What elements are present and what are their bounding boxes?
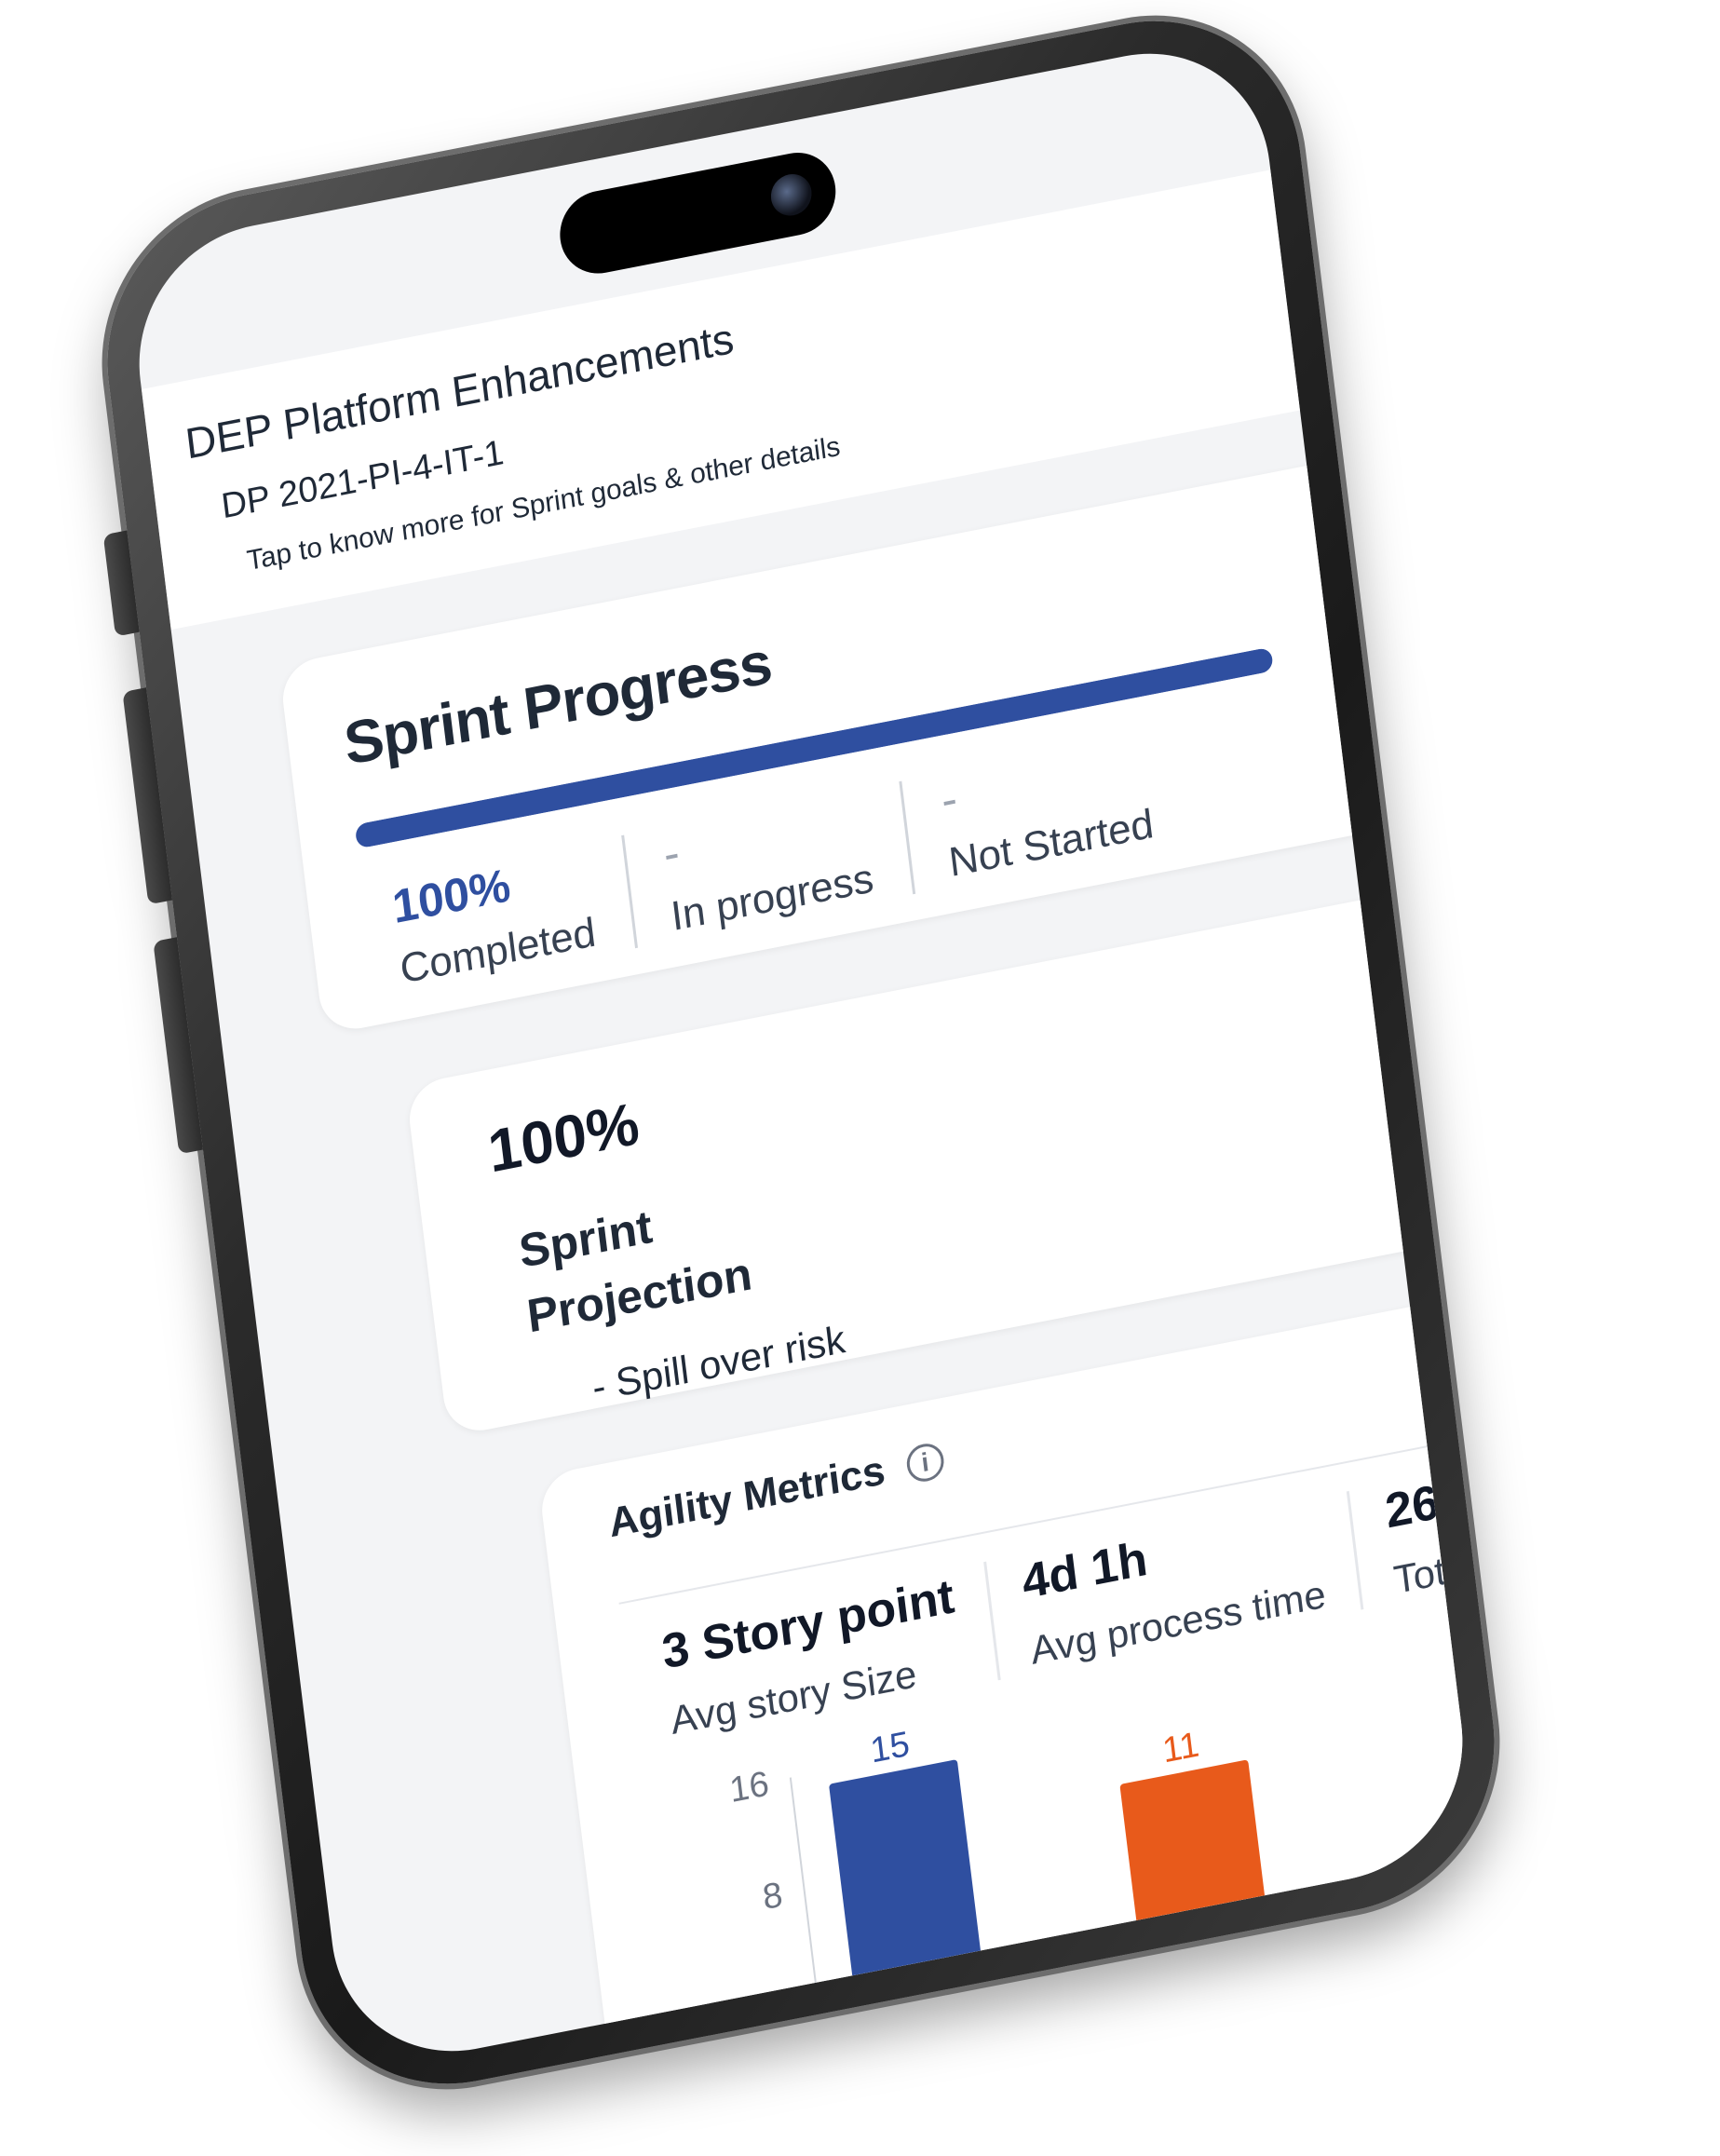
dynamic-island: [555, 145, 841, 281]
legend-dot-blue: [817, 2070, 845, 2074]
hourglass-icon: ⌛: [1354, 478, 1405, 528]
stat-in-progress: - In progress: [620, 781, 914, 949]
bar-value-label: 15: [868, 1725, 912, 1771]
phone-screen: DEP Platform Enhancements DP 2021-PI-4-I…: [124, 31, 1478, 2074]
y-axis-line: [789, 1777, 819, 2000]
projection-label: Sprint Projection: [516, 1200, 755, 1343]
info-icon[interactable]: i: [904, 1440, 946, 1485]
y-tick-label: 8: [761, 1875, 785, 1918]
stat-not-started: - Not Started: [899, 726, 1193, 895]
y-tick-label: 16: [727, 1764, 771, 1810]
camera-icon: [768, 170, 815, 220]
bar-value-label: 11: [1160, 1725, 1201, 1770]
phone-mockup: DEP Platform Enhancements DP 2021-PI-4-I…: [89, 0, 1512, 2111]
agility-metrics-title: Agility Metrics: [606, 1447, 888, 1547]
stat-completed: 100% Completed: [362, 835, 635, 998]
legend-dot-orange: [1138, 2008, 1166, 2037]
legend-exceed-avg-label: Exceed avg time: [1169, 1932, 1334, 2052]
